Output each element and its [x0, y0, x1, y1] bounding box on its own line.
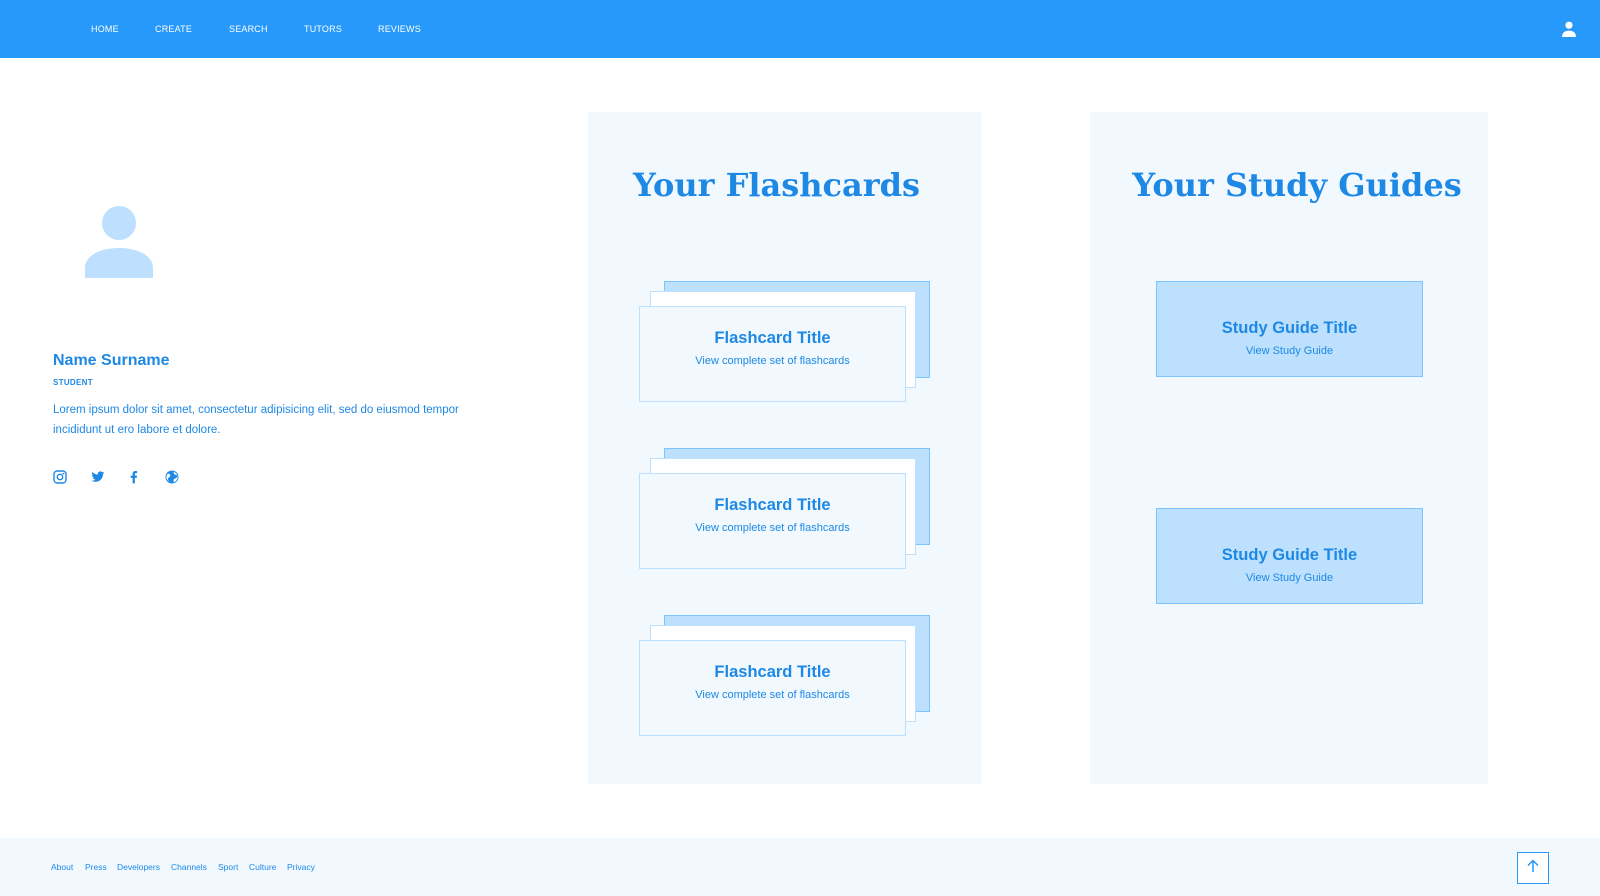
facebook-icon[interactable]: [127, 470, 143, 486]
arrow-up-icon: [1526, 858, 1540, 878]
twitter-icon[interactable]: [91, 470, 107, 486]
flashcard-set-1[interactable]: Flashcard Title View complete set of fla…: [639, 281, 931, 403]
profile-bio: Lorem ipsum dolor sit amet, consectetur …: [53, 404, 459, 436]
footer-link-channels[interactable]: Channels: [171, 862, 207, 872]
user-icon[interactable]: [1558, 18, 1580, 40]
person-icon: [84, 206, 154, 278]
profile-name: Name Surname: [53, 352, 170, 369]
study-guide-title: Study Guide Title: [1221, 546, 1358, 564]
study-guide-title: Study Guide Title: [1221, 319, 1358, 337]
nav-create[interactable]: CREATE: [155, 24, 192, 34]
flashcard-set-2[interactable]: Flashcard Title View complete set of fla…: [639, 448, 931, 570]
footer: About Press Developers Channels Sport Cu…: [0, 838, 1600, 896]
nav-search[interactable]: SEARCH: [229, 24, 268, 34]
footer-link-press[interactable]: Press: [85, 862, 107, 872]
flashcard-title: Flashcard Title: [714, 496, 831, 514]
study-guides-heading: Your Study Guides: [1132, 166, 1462, 204]
flashcard-title: Flashcard Title: [714, 663, 831, 681]
study-guides-panel: Your Study Guides Study Guide Title View…: [1090, 112, 1488, 784]
flashcards-heading: Your Flashcards: [632, 166, 921, 204]
footer-link-sport[interactable]: Sport: [218, 862, 238, 872]
study-guide-card-1[interactable]: Study Guide Title View Study Guide: [1156, 281, 1423, 377]
card-front: Flashcard Title View complete set of fla…: [639, 473, 906, 569]
social-links: [53, 470, 193, 486]
flashcard-title: Flashcard Title: [714, 329, 831, 347]
card-front: Flashcard Title View complete set of fla…: [639, 306, 906, 402]
back-to-top-button[interactable]: [1517, 852, 1549, 884]
nav-tutors[interactable]: TUTORS: [304, 24, 342, 34]
profile-role: STUDENT: [53, 378, 93, 387]
nav-reviews[interactable]: REVIEWS: [378, 24, 421, 34]
footer-link-about[interactable]: About: [51, 862, 73, 872]
globe-icon[interactable]: [165, 470, 181, 486]
footer-link-culture[interactable]: Culture: [249, 862, 276, 872]
study-guide-view-link[interactable]: View Study Guide: [1157, 572, 1422, 584]
card-front: Flashcard Title View complete set of fla…: [639, 640, 906, 736]
flashcard-view-link[interactable]: View complete set of flashcards: [640, 355, 905, 367]
flashcard-set-3[interactable]: Flashcard Title View complete set of fla…: [639, 615, 931, 737]
flashcard-view-link[interactable]: View complete set of flashcards: [640, 689, 905, 701]
study-guide-view-link[interactable]: View Study Guide: [1157, 345, 1422, 357]
top-navigation-bar: HOME CREATE SEARCH TUTORS REVIEWS: [0, 0, 1600, 58]
study-guide-card-2[interactable]: Study Guide Title View Study Guide: [1156, 508, 1423, 604]
instagram-icon[interactable]: [53, 470, 69, 486]
footer-link-developers[interactable]: Developers: [117, 862, 160, 872]
flashcards-panel: Your Flashcards Flashcard Title View com…: [588, 112, 981, 784]
flashcard-view-link[interactable]: View complete set of flashcards: [640, 522, 905, 534]
nav-home[interactable]: HOME: [91, 24, 119, 34]
footer-link-privacy[interactable]: Privacy: [287, 862, 315, 872]
